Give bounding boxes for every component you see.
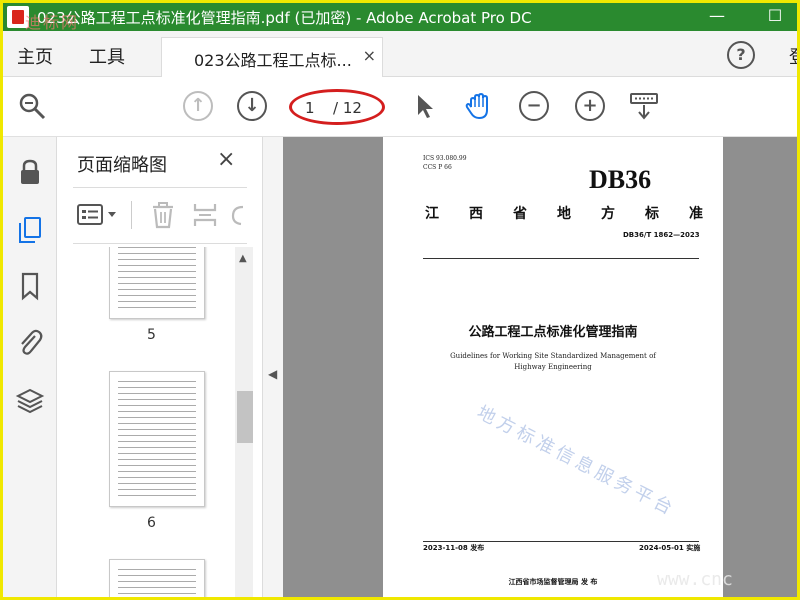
select-cursor-icon[interactable] (409, 91, 439, 121)
zoom-out-icon[interactable]: − (519, 91, 549, 121)
divider (423, 541, 699, 542)
thumbnail-content (118, 566, 196, 597)
menu-tools[interactable]: 工具 (89, 43, 125, 69)
page-watermark: 地方标准信息服务平台 (473, 402, 680, 521)
page-thumbnails-icon[interactable] (15, 215, 45, 245)
rotate-icon[interactable] (229, 201, 247, 229)
layers-icon[interactable] (15, 387, 45, 417)
document-title: 公路工程工点标准化管理指南 (468, 325, 638, 340)
acrobat-app-icon (7, 6, 29, 28)
panel-close-icon[interactable]: × (217, 147, 235, 172)
title-bar: 迪标网 023公路工程工点标准化管理指南.pdf (已加密) - Adobe A… (3, 3, 797, 32)
thumbnail-list: 5 6 (57, 247, 247, 597)
zoom-search-icon[interactable] (17, 91, 47, 121)
tab-close-icon[interactable]: × (363, 46, 376, 65)
acrobat-window: 迪标网 023公路工程工点标准化管理指南.pdf (已加密) - Adobe A… (3, 3, 797, 597)
attachment-icon[interactable] (15, 327, 45, 357)
issue-date: 2023-11-08 发布 (423, 544, 485, 552)
panel-tools (73, 197, 247, 233)
divider (73, 243, 247, 244)
scroll-mode-icon[interactable] (629, 91, 659, 121)
help-icon[interactable]: ? (727, 41, 755, 69)
sign-in-link[interactable]: 登 (789, 43, 797, 69)
delete-icon[interactable] (149, 201, 177, 229)
page-thumbnails-panel: 页面缩略图 × 5 6 ▲ (57, 137, 263, 597)
db-code: DB36 (589, 165, 652, 194)
thumbnail-label: 6 (147, 515, 156, 531)
ics-code: ICS 93.080.99 (423, 155, 467, 162)
panel-collapse-strip[interactable]: ◀ (263, 137, 283, 597)
document-tab-label: 023公路工程工点标... (194, 51, 352, 70)
scrollbar-thumb[interactable] (237, 391, 253, 443)
window-title: 023公路工程工点标准化管理指南.pdf (已加密) - Adobe Acrob… (37, 8, 532, 27)
page-thumbnail[interactable] (109, 559, 205, 597)
lock-icon[interactable] (15, 157, 45, 187)
bookmark-icon[interactable] (15, 271, 45, 301)
extract-page-icon[interactable] (191, 201, 219, 229)
document-view[interactable]: ICS 93.080.99 CCS P 66 DB36 江西省地方标准 DB36… (283, 137, 797, 597)
document-tab[interactable]: 023公路工程工点标... × (161, 37, 383, 77)
maximize-button[interactable]: ☐ (763, 5, 787, 27)
page-thumbnail[interactable] (109, 247, 205, 319)
hand-tool-icon[interactable] (463, 91, 493, 121)
divider (73, 187, 247, 188)
standard-type: 江西省地方标准 (425, 206, 733, 222)
red-highlight-ellipse (289, 89, 385, 125)
divider (131, 201, 132, 229)
standard-number: DB36/T 1862—2023 (623, 231, 700, 239)
menu-home[interactable]: 主页 (17, 43, 53, 69)
implementation-date: 2024-05-01 实施 (639, 544, 701, 552)
thumbnail-options-icon[interactable] (77, 203, 121, 227)
scroll-up-icon[interactable]: ▲ (239, 253, 247, 264)
toolbar: ↑ ↓ 1 / 12 − + (3, 77, 797, 137)
pdf-page: ICS 93.080.99 CCS P 66 DB36 江西省地方标准 DB36… (383, 137, 723, 597)
thumbnail-content (118, 378, 196, 500)
thumbnail-content (118, 247, 196, 312)
next-page-icon[interactable]: ↓ (237, 91, 267, 121)
issuing-authority: 江西省市场监督管理局 发 布 (508, 578, 598, 586)
zoom-in-icon[interactable]: + (575, 91, 605, 121)
panel-title: 页面缩略图 (77, 155, 167, 176)
page-thumbnail[interactable] (109, 371, 205, 507)
menu-bar: 主页 工具 023公路工程工点标... × ? 登 (3, 31, 797, 77)
thumbnail-scrollbar[interactable]: ▲ (235, 247, 253, 597)
collapse-arrow-icon[interactable]: ◀ (268, 367, 277, 381)
minimize-button[interactable]: — (705, 5, 729, 27)
document-title-en: Guidelines for Working Site Standardized… (450, 352, 656, 371)
previous-page-icon[interactable]: ↑ (183, 91, 213, 121)
left-tool-rail (3, 137, 57, 597)
ccs-code: CCS P 66 (423, 164, 452, 171)
thumbnail-label: 5 (147, 327, 156, 343)
divider (423, 258, 699, 259)
